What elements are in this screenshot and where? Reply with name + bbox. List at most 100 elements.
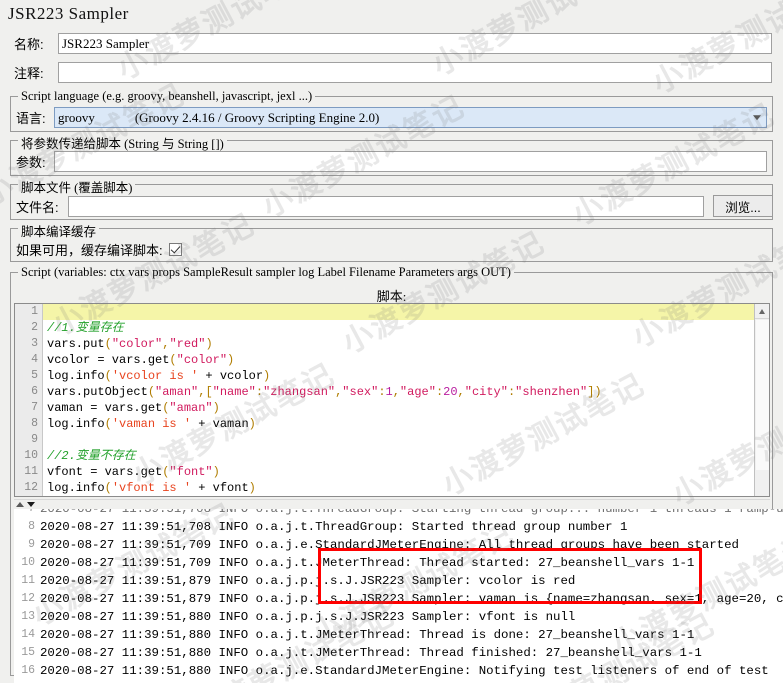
editor-code-line[interactable]: log.info('vfont is ' + vfont): [43, 480, 769, 496]
log-row: 12 2020-08-27 11:39:51,879 INFO o.a.j.p.j…: [14, 590, 783, 608]
log-row: 8 2020-08-27 11:39:51,708 INFO o.a.j.t.Th…: [14, 518, 783, 536]
log-line-number: 12: [21, 592, 35, 605]
code-token: "sex": [342, 385, 379, 399]
code-token: log.info: [47, 417, 105, 431]
log-line-text: 2020-08-27 11:39:51,880 INFO o.a.j.p.j.s…: [40, 610, 576, 624]
scroll-up-icon[interactable]: [755, 304, 769, 319]
code-token: (: [104, 481, 112, 495]
code-token: (: [169, 353, 177, 367]
code-token: log.info: [47, 369, 105, 383]
log-console[interactable]: 72020-08-27 11:39:51,708 INFO o.a.j.t.Th…: [14, 509, 783, 683]
language-select[interactable]: groovy (Groovy 2.4.16 / Groovy Scripting…: [54, 107, 767, 128]
log-line-number: 13: [21, 610, 35, 623]
code-token: vars.put: [47, 337, 105, 351]
editor-code-line[interactable]: vcolor = vars.get("color"): [43, 352, 769, 368]
log-line-number: 14: [21, 628, 35, 641]
code-token: "city": [464, 385, 508, 399]
editor-code-line[interactable]: [43, 432, 769, 448]
code-token: "color": [111, 337, 163, 351]
comment-input[interactable]: [58, 62, 772, 83]
script-file-group-title: 脚本文件 (覆盖脚本): [18, 177, 136, 196]
log-line-number: 10: [21, 556, 35, 569]
log-line-number: 11: [21, 574, 35, 587]
log-line-text: 2020-08-27 11:39:51,708 INFO o.a.j.t.Thr…: [40, 520, 628, 534]
code-token: + vfont: [191, 481, 249, 495]
code-token: "font": [169, 465, 213, 479]
code-token: ): [248, 481, 256, 495]
filename-input[interactable]: [68, 195, 704, 217]
code-token: "color": [176, 353, 228, 367]
editor-vertical-scrollbar[interactable]: [754, 304, 769, 496]
scrollbar-thumb[interactable]: [756, 320, 769, 470]
code-token: ,: [457, 385, 465, 399]
comment-row: 注释:: [14, 62, 772, 83]
editor-line-number: 7: [31, 401, 38, 414]
editor-line-number: 8: [31, 417, 38, 430]
log-line-text: 2020-08-27 11:39:51,708 INFO o.a.j.t.Thr…: [40, 509, 783, 516]
editor-line-number: 3: [31, 337, 38, 350]
editor-line-numbers: 1 2 3 4 5 6 7 8 9 10 11 12: [15, 304, 43, 496]
log-row: 10 2020-08-27 11:39:51,709 INFO o.a.j.t.J…: [14, 554, 783, 572]
name-row: 名称: JSR223 Sampler: [14, 33, 772, 54]
compile-cache-row: 如果可用，缓存编译脚本:: [16, 240, 182, 259]
code-token: "shenzhen": [515, 385, 588, 399]
code-token: (: [104, 337, 112, 351]
language-row: 语言: groovy (Groovy 2.4.16 / Groovy Scrip…: [16, 107, 767, 128]
compile-cache-group-title: 脚本编译缓存: [18, 221, 100, 240]
script-file-row: 文件名: 浏览...: [16, 195, 773, 217]
log-row: 16 2020-08-27 11:39:51,880 INFO o.a.j.e.S…: [14, 662, 783, 680]
script-editor[interactable]: 1 2 3 4 5 6 7 8 9 10 11 12 //1.变量存在 vars.put("color"…: [14, 303, 770, 497]
code-token: vcolor = vars.get: [47, 353, 170, 367]
splitter-collapse-down-icon[interactable]: [27, 502, 35, 507]
name-input[interactable]: JSR223 Sampler: [58, 33, 772, 54]
code-token: ): [248, 417, 256, 431]
editor-code-line[interactable]: vars.put("color","red"): [43, 336, 769, 352]
code-token: + vcolor: [198, 369, 264, 383]
language-engine-text: (Groovy 2.4.16 / Groovy Scripting Engine…: [134, 109, 380, 125]
splitter-collapse-up-icon[interactable]: [16, 502, 24, 507]
editor-code-line[interactable]: //1.变量存在: [43, 320, 769, 336]
editor-line-number: 2: [31, 321, 38, 334]
code-token: log.info: [47, 481, 105, 495]
code-token: 1: [385, 385, 393, 399]
log-line-text: 2020-08-27 11:39:51,879 INFO o.a.j.p.j.s…: [40, 574, 576, 588]
browse-button[interactable]: 浏览...: [713, 195, 773, 217]
log-row: 13 2020-08-27 11:39:51,880 INFO o.a.j.p.j…: [14, 608, 783, 626]
code-token: "red": [169, 337, 206, 351]
editor-code-line[interactable]: log.info('vcolor is ' + vcolor): [43, 368, 769, 384]
compile-cache-checkbox[interactable]: [168, 243, 182, 256]
log-line-text: 2020-08-27 11:39:51,880 INFO o.a.j.e.Sta…: [40, 664, 769, 678]
parameters-input[interactable]: [54, 151, 767, 172]
language-select-value: groovy: [58, 109, 95, 125]
editor-line-number: 11: [24, 465, 38, 478]
log-row: 9 2020-08-27 11:39:51,709 INFO o.a.j.e.St…: [14, 536, 783, 554]
code-token: ): [212, 465, 220, 479]
log-row: 72020-08-27 11:39:51,708 INFO o.a.j.t.Th…: [14, 509, 783, 518]
parameters-row: 参数:: [16, 151, 767, 172]
code-token: "age": [399, 385, 436, 399]
editor-code-line[interactable]: [43, 304, 769, 320]
code-token: "name": [212, 385, 256, 399]
code-token: 20: [443, 385, 458, 399]
code-token: ,: [392, 385, 400, 399]
parameters-group-title: 将参数传递给脚本 (String 与 String []): [18, 133, 227, 152]
code-token: ): [212, 401, 220, 415]
editor-code-line[interactable]: vars.putObject("aman",["name":"zhangsan"…: [43, 384, 769, 400]
code-token: "zhangsan": [263, 385, 336, 399]
editor-code-area[interactable]: //1.变量存在 vars.put("color","red") vcolor = …: [43, 304, 769, 496]
code-token: 'vcolor is ': [111, 369, 199, 383]
log-line-number: 16: [21, 664, 35, 677]
log-line-number: 7: [14, 509, 40, 518]
comment-label: 注释:: [14, 66, 44, 81]
compile-cache-label: 如果可用，缓存编译脚本:: [16, 243, 163, 258]
editor-code-line[interactable]: //2.变量不存在: [43, 448, 769, 464]
filename-label: 文件名:: [16, 199, 59, 215]
editor-code-line[interactable]: vaman = vars.get("aman"): [43, 400, 769, 416]
log-row: 14 2020-08-27 11:39:51,880 INFO o.a.j.t.J…: [14, 626, 783, 644]
script-language-group-title: Script language (e.g. groovy, beanshell,…: [18, 89, 316, 104]
log-line-number: 8: [28, 520, 35, 533]
editor-code-line[interactable]: vfont = vars.get("font"): [43, 464, 769, 480]
editor-code-line[interactable]: log.info('vaman is ' + vaman): [43, 416, 769, 432]
panel-splitter[interactable]: [14, 499, 770, 509]
log-row: 15 2020-08-27 11:39:51,880 INFO o.a.j.t.J…: [14, 644, 783, 662]
